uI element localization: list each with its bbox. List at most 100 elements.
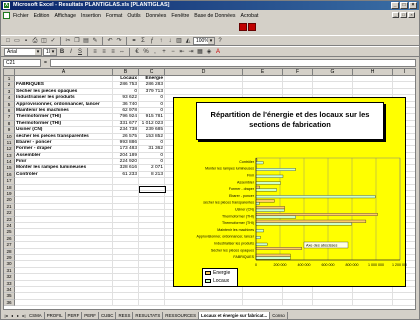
cell-empty[interactable] xyxy=(243,299,283,307)
menu-item[interactable]: Acrobat xyxy=(241,13,259,19)
row-header[interactable]: 36 xyxy=(4,299,15,307)
menu-item[interactable]: Données xyxy=(146,13,167,19)
autosum-icon[interactable]: Σ xyxy=(139,37,147,45)
doc-minimize-button[interactable]: _ xyxy=(392,12,399,18)
column-header[interactable]: E xyxy=(243,69,283,76)
align-right-icon[interactable]: ≡ xyxy=(109,48,117,56)
legend-entry[interactable]: Energie xyxy=(203,269,237,277)
maximize-button[interactable]: □ xyxy=(400,2,408,9)
undo-icon[interactable]: ↶ xyxy=(106,37,114,45)
select-all-corner[interactable] xyxy=(4,69,15,76)
menu-item[interactable]: Base de Données xyxy=(194,13,235,19)
doc-close-button[interactable]: × xyxy=(408,12,415,18)
borders-icon[interactable]: ▦ xyxy=(196,48,204,56)
align-center-icon[interactable]: ≡ xyxy=(100,48,108,56)
chart-title[interactable]: Répartition de l'énergie et des locaux s… xyxy=(196,102,384,140)
bold-icon[interactable]: B xyxy=(58,48,66,56)
cell-empty[interactable] xyxy=(353,299,393,307)
format-painter-icon[interactable]: ✎ xyxy=(91,37,99,45)
paste-icon[interactable]: ▤ xyxy=(82,37,90,45)
function-icon[interactable]: ƒ xyxy=(148,37,156,45)
sort-desc-icon[interactable]: ↓ xyxy=(166,37,174,45)
percent-icon[interactable]: % xyxy=(142,48,150,56)
close-button[interactable]: × xyxy=(409,2,417,9)
menu-item[interactable]: Affichage xyxy=(54,13,76,19)
active-cell-selection[interactable] xyxy=(139,186,166,193)
sheet-tab[interactable]: RESSOURCES xyxy=(163,311,200,319)
menu-item[interactable]: Edition xyxy=(34,13,50,19)
help-icon[interactable]: ? xyxy=(216,37,224,45)
column-header[interactable]: D xyxy=(165,69,243,76)
zoom-select[interactable]: 100% xyxy=(193,36,215,45)
drawing-icon[interactable]: ◭ xyxy=(184,37,192,45)
sheet-tab[interactable]: RESULTATS xyxy=(133,311,164,319)
legend-entry[interactable]: Locaux xyxy=(203,277,237,285)
cut-icon[interactable]: ✂ xyxy=(64,37,72,45)
doc-restore-button[interactable]: □ xyxy=(400,12,407,18)
sheet-row: 36 xyxy=(4,299,415,307)
cell-c[interactable] xyxy=(139,299,165,307)
open-icon[interactable]: ▭ xyxy=(13,37,21,45)
cell-empty[interactable] xyxy=(165,299,243,307)
font-name-select[interactable]: Arial xyxy=(4,47,42,56)
redo-icon[interactable]: ↷ xyxy=(115,37,123,45)
column-header[interactable]: B xyxy=(113,69,139,76)
font-color-icon[interactable]: A xyxy=(214,48,222,56)
menu-item[interactable]: Fenêtre xyxy=(171,13,189,19)
cell-empty[interactable] xyxy=(393,300,415,307)
sort-asc-icon[interactable]: ↑ xyxy=(157,37,165,45)
cell-a[interactable] xyxy=(15,299,113,307)
sheet-tab[interactable]: PERF xyxy=(82,311,99,319)
thousands-icon[interactable]: , xyxy=(151,48,159,56)
copy-icon[interactable]: ❐ xyxy=(73,37,81,45)
increase-decimal-icon[interactable]: + xyxy=(160,48,168,56)
chart-legend[interactable]: Energie Locaux xyxy=(202,268,238,287)
cell-empty[interactable] xyxy=(313,299,353,307)
column-header[interactable]: C xyxy=(139,69,165,76)
embedded-chart[interactable]: 0 200 000 400 000 600 000 800 000 1 000 000 1 … xyxy=(173,97,407,287)
menu-item[interactable]: Fichier xyxy=(13,13,29,19)
column-header[interactable]: A xyxy=(15,69,113,76)
sheet-tab[interactable]: CSMA xyxy=(27,311,45,319)
column-header[interactable]: I xyxy=(393,69,415,76)
preview-icon[interactable]: ◫ xyxy=(40,37,48,45)
currency-icon[interactable]: € xyxy=(133,48,141,56)
document-icon[interactable] xyxy=(3,12,10,19)
new-icon[interactable]: □ xyxy=(4,37,12,45)
excel-app-icon[interactable]: X xyxy=(3,2,10,9)
cell-b[interactable] xyxy=(113,299,139,307)
sheet-tab[interactable]: Locaux et énergie sur fabricat... xyxy=(199,311,271,319)
acrobat-email-icon[interactable] xyxy=(248,23,256,31)
formula-input[interactable] xyxy=(49,58,416,67)
cell-empty[interactable] xyxy=(283,299,313,307)
menu-item[interactable]: Insertion xyxy=(81,13,101,19)
fill-color-icon[interactable]: ◈ xyxy=(205,48,213,56)
chart-wizard-icon[interactable]: ▥ xyxy=(175,37,183,45)
decrease-decimal-icon[interactable]: − xyxy=(169,48,177,56)
column-header[interactable]: H xyxy=(353,69,393,76)
menu-item[interactable]: Outils xyxy=(127,13,140,19)
title-bar[interactable]: X Microsoft Excel - Resultats PLANTIGLAS… xyxy=(1,1,419,10)
merge-center-icon[interactable]: ⇔ xyxy=(118,48,126,56)
sheet-tab[interactable]: RESS xyxy=(116,311,134,319)
font-size-select[interactable]: 10 xyxy=(43,47,57,56)
column-header[interactable]: G xyxy=(313,69,353,76)
minimize-button[interactable]: _ xyxy=(391,2,399,9)
print-icon[interactable]: ⎙ xyxy=(31,37,39,45)
acrobat-convert-icon[interactable] xyxy=(239,23,247,31)
decrease-indent-icon[interactable]: ⇤ xyxy=(178,48,186,56)
save-icon[interactable]: ▪ xyxy=(22,37,30,45)
underline-icon[interactable]: S xyxy=(76,48,84,56)
sheet-tab[interactable]: CUBC xyxy=(98,311,117,319)
menu-item[interactable]: Format xyxy=(106,13,122,19)
column-header[interactable]: F xyxy=(283,69,313,76)
spell-icon[interactable]: ✓ xyxy=(49,37,57,45)
name-box[interactable]: C21 xyxy=(3,58,41,67)
italic-icon[interactable]: I xyxy=(67,48,75,56)
sheet-tab[interactable]: Conso xyxy=(270,311,288,319)
increase-indent-icon[interactable]: ⇥ xyxy=(187,48,195,56)
sheet-tab[interactable]: PROFIL xyxy=(44,311,66,319)
sheet-tab[interactable]: PERF xyxy=(65,311,83,319)
hyperlink-icon[interactable]: ⚭ xyxy=(130,37,138,45)
align-left-icon[interactable]: ≡ xyxy=(91,48,99,56)
